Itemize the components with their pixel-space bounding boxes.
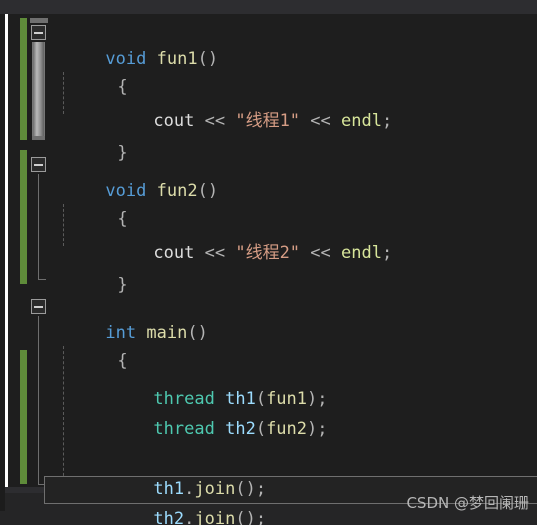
fold-margin[interactable] (8, 14, 48, 487)
code-line[interactable]: } (56, 500, 128, 525)
token-punct: (); (235, 509, 267, 525)
token-semicolon: ; (381, 243, 393, 263)
fold-guide-fun2 (38, 174, 39, 279)
code-line[interactable]: { (56, 318, 127, 371)
token-endl: endl (341, 243, 382, 263)
code-line[interactable]: void fun2() (44, 148, 218, 201)
code-line[interactable]: { (56, 44, 127, 97)
token-endl: endl (341, 111, 382, 131)
code-line[interactable]: { (56, 176, 127, 229)
token-stream: cout (153, 111, 195, 131)
token-type: thread (153, 419, 215, 439)
csdn-watermark: CSDN @梦回阑珊 (406, 494, 529, 512)
token-stream: cout (153, 243, 195, 263)
token-function: fun1 (156, 49, 198, 69)
fold-bar-cap-bottom (32, 136, 45, 140)
token-punct: () (187, 323, 208, 343)
code-line[interactable]: void fun1() (44, 16, 218, 69)
editor-top-chrome (0, 0, 537, 14)
token-punct: () (197, 181, 219, 201)
token-punct: () (197, 49, 219, 69)
code-line[interactable]: } (56, 242, 127, 295)
token-variable: th2 (153, 509, 185, 525)
token-operator: << (194, 111, 236, 131)
token-method: join (194, 509, 236, 525)
token-string: "线程2" (235, 243, 301, 263)
code-line[interactable]: thread th2(fun2); (92, 386, 327, 439)
token-operator: << (300, 111, 341, 131)
code-line[interactable]: } (56, 110, 127, 163)
token-dot: . (184, 509, 195, 525)
token-punct: ); (307, 419, 328, 439)
code-line[interactable]: int main() (44, 290, 207, 343)
token-function: main (146, 323, 188, 343)
code-line[interactable]: cout << "线程1" << endl; (92, 78, 392, 131)
token-operator: << (300, 243, 341, 263)
code-line[interactable]: cout << "线程2" << endl; (92, 210, 392, 263)
token-function: fun2 (156, 181, 198, 201)
token-semicolon: ; (381, 111, 393, 131)
editor-surface[interactable]: void fun1() { cout << "线程1" << endl; } v… (8, 14, 537, 525)
token-string: "线程1" (235, 111, 301, 131)
code-line[interactable]: thread th1(fun1); (92, 356, 327, 409)
token-function: fun2 (266, 419, 308, 439)
token-operator: << (194, 243, 236, 263)
code-editor-window: void fun1() { cout << "线程1" << endl; } v… (0, 0, 537, 525)
fold-guide-main (38, 316, 39, 484)
token-paren: ( (255, 419, 267, 439)
code-line[interactable]: th1.join(); (92, 446, 266, 499)
fold-guide-hook-fun2 (38, 279, 46, 280)
token-variable: th2 (225, 419, 256, 439)
